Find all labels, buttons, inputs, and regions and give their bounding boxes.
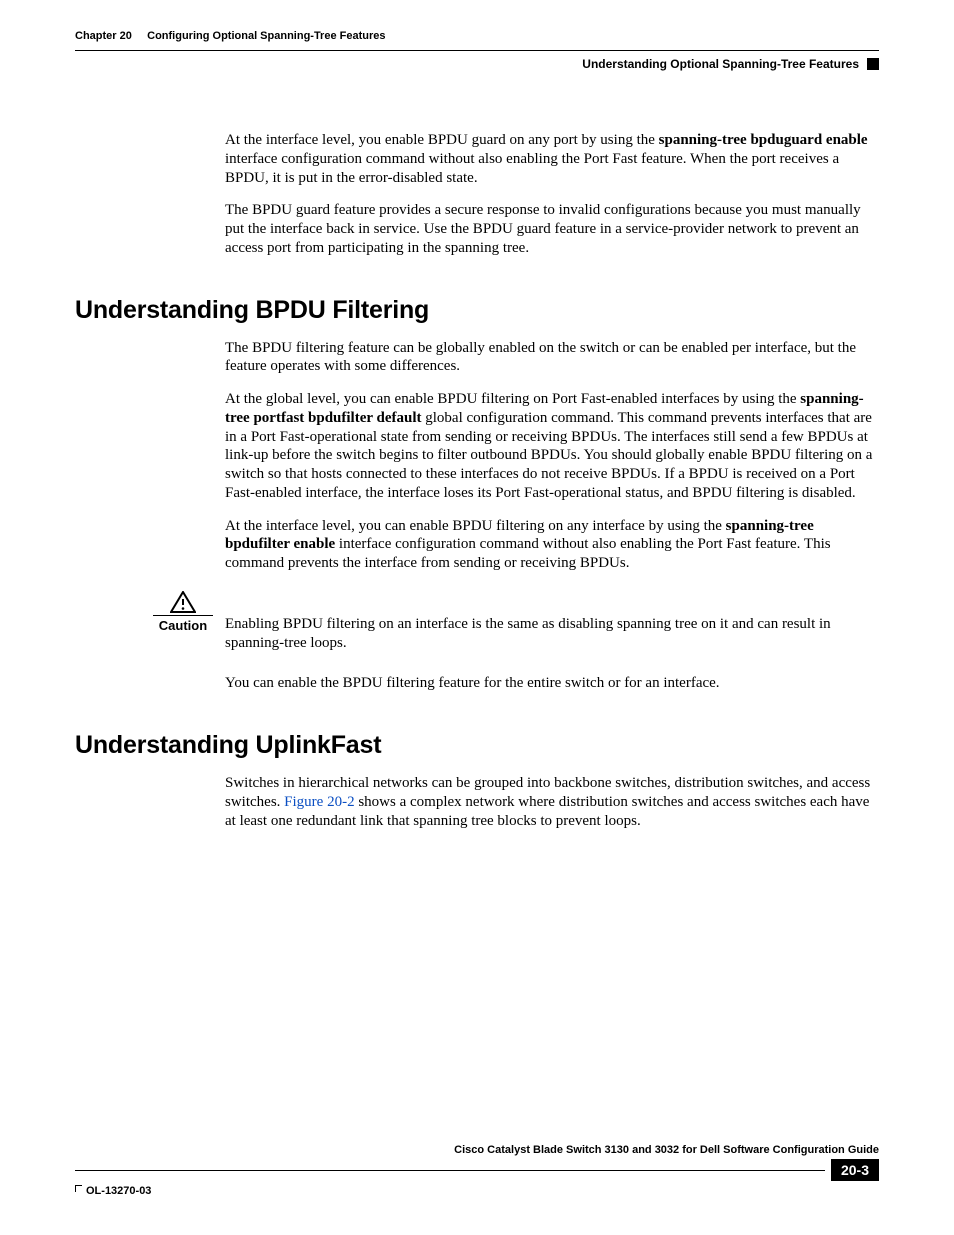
- caution-block: Caution Enabling BPDU filtering on an in…: [225, 591, 879, 653]
- command-text: spanning-tree bpduguard enable: [659, 132, 868, 148]
- caution-text: Enabling BPDU filtering on an interface …: [225, 591, 879, 653]
- footer-doc-id: OL-13270-03: [86, 1185, 151, 1197]
- bpdu-paragraph-3: At the interface level, you can enable B…: [225, 517, 879, 573]
- heading-uplinkfast: Understanding UplinkFast: [75, 731, 879, 760]
- intro-paragraph-1: At the interface level, you enable BPDU …: [225, 131, 879, 187]
- caution-icon: [147, 591, 219, 613]
- page-header: Chapter 20 Configuring Optional Spanning…: [75, 30, 879, 71]
- header-section-title: Understanding Optional Spanning-Tree Fea…: [582, 57, 859, 71]
- footer-tick-icon: [75, 1185, 82, 1192]
- bpdu-paragraph-1: The BPDU filtering feature can be global…: [225, 339, 879, 377]
- header-marker-icon: [867, 58, 879, 70]
- uplinkfast-paragraph-1: Switches in hierarchical networks can be…: [225, 774, 879, 830]
- figure-link[interactable]: Figure 20-2: [284, 794, 354, 810]
- document-page: Chapter 20 Configuring Optional Spanning…: [0, 0, 954, 1235]
- caution-label: Caution: [147, 618, 219, 633]
- footer-book-title: Cisco Catalyst Blade Switch 3130 and 303…: [454, 1144, 879, 1156]
- bpdu-paragraph-2: At the global level, you can enable BPDU…: [225, 390, 879, 503]
- intro-paragraph-2: The BPDU guard feature provides a secure…: [225, 201, 879, 257]
- body-column: At the interface level, you enable BPDU …: [225, 131, 879, 258]
- bpdu-paragraph-4: You can enable the BPDU filtering featur…: [225, 674, 879, 693]
- chapter-title: Configuring Optional Spanning-Tree Featu…: [147, 30, 385, 42]
- heading-bpdu-filtering: Understanding BPDU Filtering: [75, 296, 879, 325]
- chapter-label: Chapter 20: [75, 30, 132, 42]
- page-footer: Cisco Catalyst Blade Switch 3130 and 303…: [75, 1144, 879, 1197]
- page-number-badge: 20-3: [831, 1159, 879, 1181]
